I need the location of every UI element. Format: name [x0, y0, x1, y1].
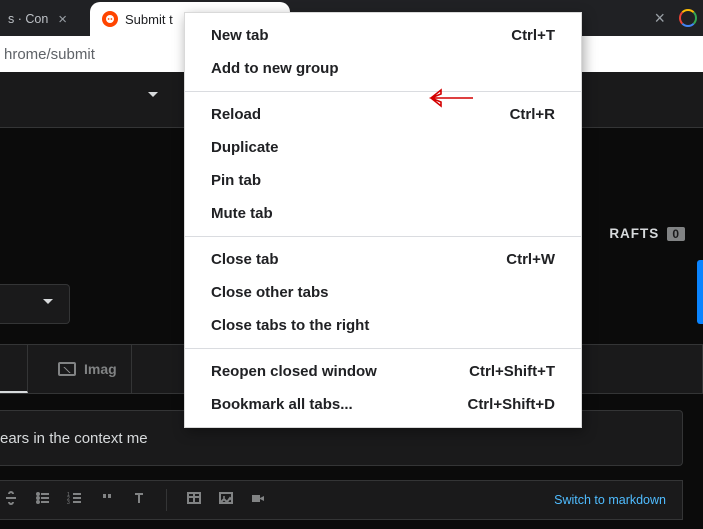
video-icon[interactable]	[249, 490, 267, 510]
drafts-button[interactable]: RAFTS 0	[609, 226, 685, 241]
chrome-icon[interactable]	[679, 9, 697, 27]
post-title-text: ears in the context me	[0, 430, 148, 447]
post-tab-image[interactable]: Imag	[28, 345, 132, 393]
context-menu-shortcut: Ctrl+T	[511, 27, 555, 44]
toolbar-divider	[166, 489, 167, 511]
tab-title: Submit t	[125, 12, 173, 27]
context-menu-item[interactable]: Reopen closed window Ctrl+Shift+T	[185, 355, 581, 388]
context-menu-label: Close tabs to the right	[211, 317, 369, 334]
context-menu-item[interactable]: Mute tab	[185, 197, 581, 230]
chevron-down-icon[interactable]	[148, 92, 158, 97]
table-icon[interactable]	[185, 490, 203, 510]
annotation-arrow	[419, 85, 473, 111]
tabstrip-right-controls: ×	[654, 0, 703, 36]
context-menu-shortcut: Ctrl+R	[510, 106, 555, 123]
text-icon[interactable]	[130, 490, 148, 510]
tab-context-menu: New tab Ctrl+T Add to new group Reload Ctrl+…	[184, 12, 582, 428]
context-menu-item[interactable]: Reload Ctrl+R	[185, 98, 581, 131]
context-menu-label: Close other tabs	[211, 284, 329, 301]
chevron-down-icon	[43, 299, 53, 304]
context-menu-label: Pin tab	[211, 172, 261, 189]
context-menu-item[interactable]: Pin tab	[185, 164, 581, 197]
reddit-icon	[102, 11, 118, 27]
numbered-list-icon[interactable]: 123	[66, 490, 84, 510]
url-fragment: hrome/submit	[4, 46, 95, 63]
context-menu-separator	[185, 348, 581, 349]
quote-icon[interactable]	[98, 490, 116, 510]
context-menu-label: New tab	[211, 27, 269, 44]
context-menu-label: Bookmark all tabs...	[211, 396, 353, 413]
context-menu-item[interactable]: Bookmark all tabs... Ctrl+Shift+D	[185, 388, 581, 421]
context-menu-item[interactable]: New tab Ctrl+T	[185, 19, 581, 52]
context-menu-label: Duplicate	[211, 139, 279, 156]
drafts-count: 0	[667, 227, 685, 241]
context-menu-separator	[185, 91, 581, 92]
context-menu-item[interactable]: Close tab Ctrl+W	[185, 243, 581, 276]
context-menu-label: Reopen closed window	[211, 363, 377, 380]
context-menu-label: Mute tab	[211, 205, 273, 222]
context-menu-shortcut: Ctrl+Shift+D	[467, 396, 555, 413]
bullet-list-icon[interactable]	[34, 490, 52, 510]
context-menu-label: Reload	[211, 106, 261, 123]
context-menu-item[interactable]: Close other tabs	[185, 276, 581, 309]
close-icon[interactable]: ×	[654, 8, 665, 29]
browser-tab-inactive[interactable]: s · Con ×	[0, 2, 90, 36]
image-icon	[58, 362, 76, 376]
close-icon[interactable]: ×	[55, 11, 70, 28]
switch-markdown-link[interactable]: Switch to markdown	[554, 493, 666, 507]
context-menu-separator	[185, 236, 581, 237]
tab-title: s · Con	[8, 12, 48, 26]
context-menu-label: Close tab	[211, 251, 279, 268]
post-tab-post[interactable]	[0, 345, 28, 393]
strike-icon[interactable]	[2, 490, 20, 510]
drafts-label: RAFTS	[609, 226, 659, 241]
context-menu-item[interactable]: Add to new group	[185, 52, 581, 85]
context-menu-shortcut: Ctrl+Shift+T	[469, 363, 555, 380]
community-selector[interactable]	[0, 284, 70, 324]
post-tab-label: Imag	[84, 361, 117, 377]
context-menu-item[interactable]: Close tabs to the right	[185, 309, 581, 342]
editor-toolbar: 123 Switch to markdown	[0, 480, 683, 520]
context-menu-shortcut: Ctrl+W	[506, 251, 555, 268]
context-menu-label: Add to new group	[211, 60, 338, 77]
scrollbar-thumb[interactable]	[697, 260, 703, 324]
image-icon[interactable]	[217, 490, 235, 510]
svg-text:3: 3	[67, 500, 70, 506]
context-menu-item[interactable]: Duplicate	[185, 131, 581, 164]
